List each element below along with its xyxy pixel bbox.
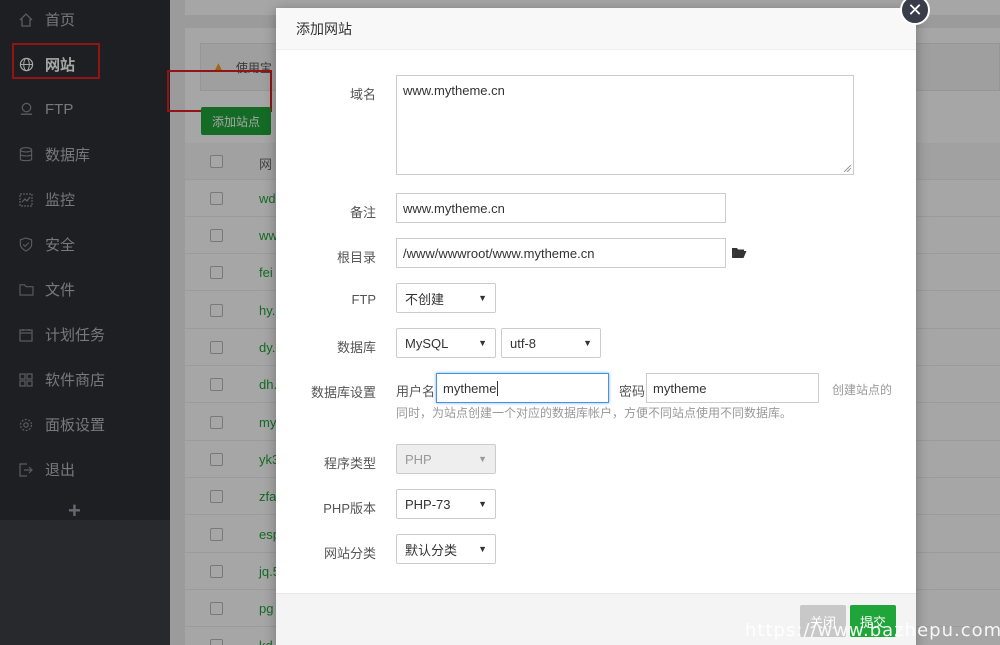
db-user-input[interactable]: mytheme: [436, 373, 609, 403]
php-version-select[interactable]: PHP-73 ▼: [396, 489, 496, 519]
program-type-label: 程序类型: [323, 456, 376, 471]
chevron-down-icon: ▼: [478, 454, 487, 464]
program-type-select: PHP ▼: [396, 444, 496, 474]
dialog-title: 添加网站: [276, 8, 916, 50]
db-hint-text: 创建站点的: [832, 383, 893, 397]
domain-label: 域名: [349, 87, 376, 102]
database-label: 数据库: [336, 340, 376, 355]
db-type-select[interactable]: MySQL ▼: [396, 328, 496, 358]
ftp-select[interactable]: 不创建 ▼: [396, 283, 496, 313]
php-version-label: PHP版本: [323, 501, 376, 516]
watermark-text: https://www.bazhepu.com: [745, 620, 1000, 641]
root-dir-label: 根目录: [336, 250, 376, 265]
db-charset-select[interactable]: utf-8 ▼: [501, 328, 601, 358]
chevron-down-icon: ▼: [583, 338, 592, 348]
chevron-down-icon: ▼: [478, 499, 487, 509]
site-category-label: 网站分类: [323, 546, 376, 561]
db-settings-label: 数据库设置: [310, 385, 376, 400]
folder-open-icon[interactable]: [731, 246, 747, 262]
resize-handle-icon[interactable]: [844, 165, 851, 172]
db-pass-label: 密码: [619, 384, 646, 399]
chevron-down-icon: ▼: [478, 338, 487, 348]
domain-textarea[interactable]: www.mytheme.cn: [396, 75, 854, 175]
db-pass-input[interactable]: mytheme: [646, 373, 819, 403]
site-category-select[interactable]: 默认分类 ▼: [396, 534, 496, 564]
chevron-down-icon: ▼: [478, 293, 487, 303]
add-site-dialog: 添加网站 域名 www.mytheme.cn 备注 www.mytheme.cn…: [276, 8, 916, 645]
db-user-label: 用户名: [396, 384, 436, 399]
db-hint-text-2: 同时，为站点创建一个对应的数据库帐户，方便不同站点使用不同数据库。: [396, 406, 793, 420]
remark-label: 备注: [349, 205, 376, 220]
remark-input[interactable]: www.mytheme.cn: [396, 193, 726, 223]
ftp-label: FTP: [351, 292, 376, 307]
chevron-down-icon: ▼: [478, 544, 487, 554]
root-dir-input[interactable]: /www/wwwroot/www.mytheme.cn: [396, 238, 726, 268]
